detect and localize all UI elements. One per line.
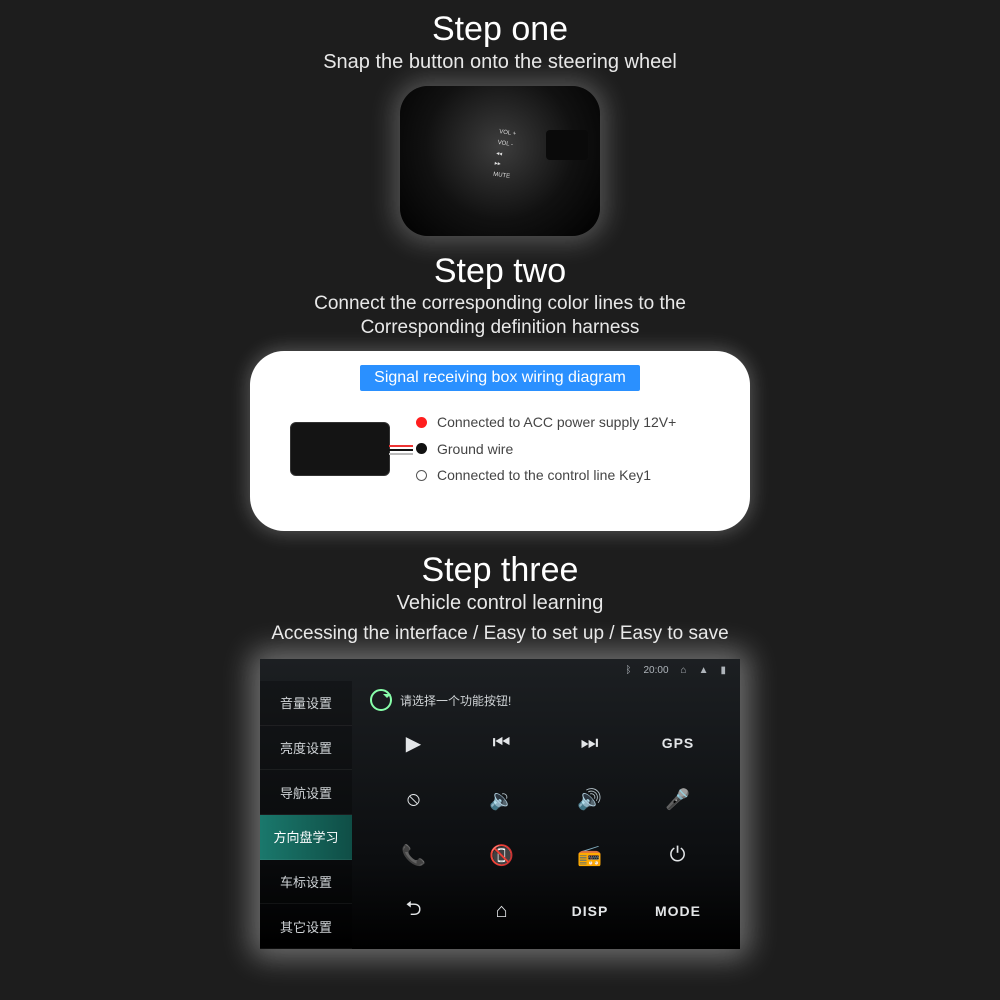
wiring-diagram-card: Signal receiving box wiring diagram Conn… [250,351,750,531]
main-header-text: 请选择一个功能按钮! [400,692,511,709]
dot-open-icon [416,470,427,481]
steering-wheel-image: VOL + VOL - ◂◂ ▸▸ MUTE [400,86,600,236]
bluetooth-icon: ᛒ [626,665,632,676]
sidebar-item[interactable]: 亮度设置 [260,726,352,771]
wifi-icon: ▲ [699,665,709,676]
sidebar: 音量设置亮度设置导航设置方向盘学习车标设置其它设置 [260,681,352,949]
step3-title: Step three [422,551,579,590]
grid-button[interactable]: ⏻ [670,844,687,867]
grid-button[interactable]: ▶ [406,731,422,756]
step1-title: Step one [432,10,568,49]
wiring-header: Signal receiving box wiring diagram [360,365,640,391]
sidebar-item[interactable]: 音量设置 [260,681,352,726]
legend-row-acc: Connected to ACC power supply 12V+ [416,409,710,436]
status-bar: ᛒ 20:00 ⌂ ▲ ▮ [260,659,740,681]
grid-button[interactable]: ⦸ [407,788,421,811]
grid-button[interactable]: 📻 [577,843,603,868]
grid-button[interactable]: DISP [572,903,609,919]
dot-red-icon [416,417,427,428]
grid-button[interactable]: ⮌ [405,894,422,928]
battery-icon: ▮ [720,665,726,676]
legend-row-key1: Connected to the control line Key1 [416,462,710,489]
main-header: 请选择一个功能按钮! [370,685,722,715]
grid-button[interactable]: 📵 [489,843,515,868]
step3-subtitle-line2: Accessing the interface / Easy to set up… [271,623,728,645]
sidebar-item[interactable]: 车标设置 [260,860,352,905]
step2-title: Step two [434,252,566,291]
grid-button[interactable]: 🎤 [665,787,691,812]
head-unit-screenshot: ᛒ 20:00 ⌂ ▲ ▮ 音量设置亮度设置导航设置方向盘学习车标设置其它设置 … [260,659,740,949]
sidebar-item[interactable]: 方向盘学习 [260,815,352,860]
grid-button[interactable]: ⏮ [493,732,512,755]
step2-subtitle-line2: Corresponding definition harness [361,317,640,339]
refresh-icon[interactable] [370,689,392,711]
dot-black-icon [416,443,427,454]
legend-row-ground: Ground wire [416,436,710,463]
sidebar-item[interactable]: 导航设置 [260,770,352,815]
grid-button[interactable]: 🔉 [489,787,515,812]
sidebar-item[interactable]: 其它设置 [260,904,352,949]
step2-subtitle-line1: Connect the corresponding color lines to… [314,293,686,315]
receiver-box-image [290,422,390,476]
grid-button[interactable]: MODE [655,903,701,919]
grid-button[interactable]: 🔊 [577,787,603,812]
grid-button[interactable]: ⌂ [495,900,508,923]
step1-subtitle: Snap the button onto the steering wheel [323,51,677,74]
function-grid: ▶ ⏮ ⏭ GPS ⦸ 🔉 🔊 🎤 📞 📵 📻 ⏻ ⮌ ⌂ DISP MODE [370,715,722,939]
grid-button[interactable]: 📞 [401,843,427,868]
step3-subtitle-line1: Vehicle control learning [397,592,604,615]
grid-button[interactable]: GPS [662,735,695,751]
grid-button[interactable]: ⏭ [581,732,600,755]
car-icon: ⌂ [681,665,687,676]
wiring-legend: Connected to ACC power supply 12V+ Groun… [416,409,710,489]
status-time: 20:00 [644,665,669,676]
